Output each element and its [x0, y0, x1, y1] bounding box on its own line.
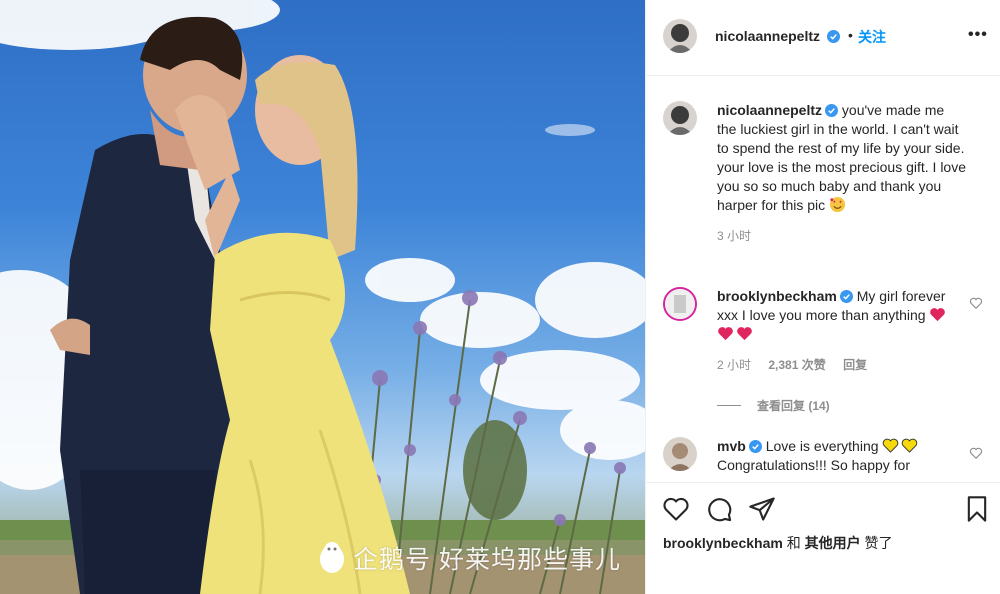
- post-actions: brooklynbeckham 和 其他用户 赞了: [646, 482, 1000, 594]
- smiling-face-with-hearts-icon: [830, 196, 846, 213]
- post-photo: 企鹅号 好莱坞那些事儿: [0, 0, 645, 594]
- comment-time: 2 小时: [717, 358, 752, 372]
- post-header: nicolaannepeltz • 关注 •••: [646, 0, 1000, 76]
- red-heart-icon: [737, 327, 752, 341]
- red-heart-icon: [718, 327, 733, 341]
- verified-icon: [825, 104, 839, 117]
- caption-time: 3 小时: [717, 229, 752, 243]
- comment-like-heart-icon[interactable]: [969, 446, 983, 460]
- likes-suffix: 赞了: [864, 535, 893, 551]
- replies-divider-line: [717, 405, 741, 406]
- reply-button[interactable]: 回复: [843, 358, 867, 372]
- bookmark-icon[interactable]: [963, 495, 991, 523]
- yellow-heart-icon: [902, 438, 918, 453]
- caption-avatar[interactable]: [663, 101, 697, 135]
- other-likers-link[interactable]: 其他用户: [805, 535, 861, 551]
- comment-body: brooklynbeckham My girl forever xxx I lo…: [717, 287, 967, 375]
- watermark: 企鹅号 好莱坞那些事儿: [317, 540, 621, 576]
- comment-icon[interactable]: [705, 495, 733, 523]
- verified-icon: [748, 440, 762, 453]
- author-username[interactable]: nicolaannepeltz: [715, 28, 840, 44]
- comment-username[interactable]: brooklynbeckham: [717, 288, 837, 304]
- comment-meta: 2 小时 2,381 次赞 回复: [717, 356, 967, 375]
- photo-illustration: [0, 0, 645, 594]
- comment-text: Love is everything: [765, 438, 879, 454]
- view-replies-button[interactable]: 查看回复 (14): [717, 397, 830, 414]
- watermark-text: 企鹅号 好莱坞那些事儿: [353, 546, 621, 574]
- verified-icon: [826, 30, 840, 43]
- comment-avatar[interactable]: [663, 287, 697, 321]
- view-replies-label[interactable]: 查看回复 (14): [757, 399, 830, 413]
- yellow-heart-icon: [883, 438, 899, 453]
- comments-list[interactable]: nicolaannepeltz you've made me the lucki…: [646, 77, 1000, 482]
- verified-icon: [839, 290, 853, 303]
- author-avatar[interactable]: [663, 19, 697, 53]
- penguin-icon: [317, 540, 347, 574]
- caption-username[interactable]: nicolaannepeltz: [717, 102, 822, 118]
- likes-summary: brooklynbeckham 和 其他用户 赞了: [663, 533, 893, 553]
- heart-icon[interactable]: [662, 495, 690, 523]
- likes-and: 和: [786, 535, 801, 551]
- comment-avatar[interactable]: [663, 437, 697, 471]
- comment-like-count[interactable]: 2,381 次赞: [768, 358, 825, 372]
- separator-dot: •: [848, 27, 853, 43]
- comment-body: mvb Love is everything Congratulations!!…: [717, 437, 967, 475]
- caption-body: nicolaannepeltz you've made me the lucki…: [717, 101, 967, 246]
- follow-button[interactable]: 关注: [858, 27, 886, 47]
- post-side-panel: nicolaannepeltz • 关注 ••• nicolaannepeltz…: [645, 0, 1000, 594]
- comment-username[interactable]: mvb: [717, 438, 746, 454]
- caption-meta: 3 小时: [717, 227, 967, 246]
- comment-like-heart-icon[interactable]: [969, 296, 983, 310]
- comment-text-continued: Congratulations!!! So happy for: [717, 457, 911, 473]
- liker-username[interactable]: brooklynbeckham: [663, 535, 783, 551]
- red-heart-icon: [930, 308, 946, 322]
- author-username-text[interactable]: nicolaannepeltz: [715, 28, 820, 44]
- share-icon[interactable]: [748, 495, 776, 523]
- more-icon[interactable]: •••: [968, 26, 988, 44]
